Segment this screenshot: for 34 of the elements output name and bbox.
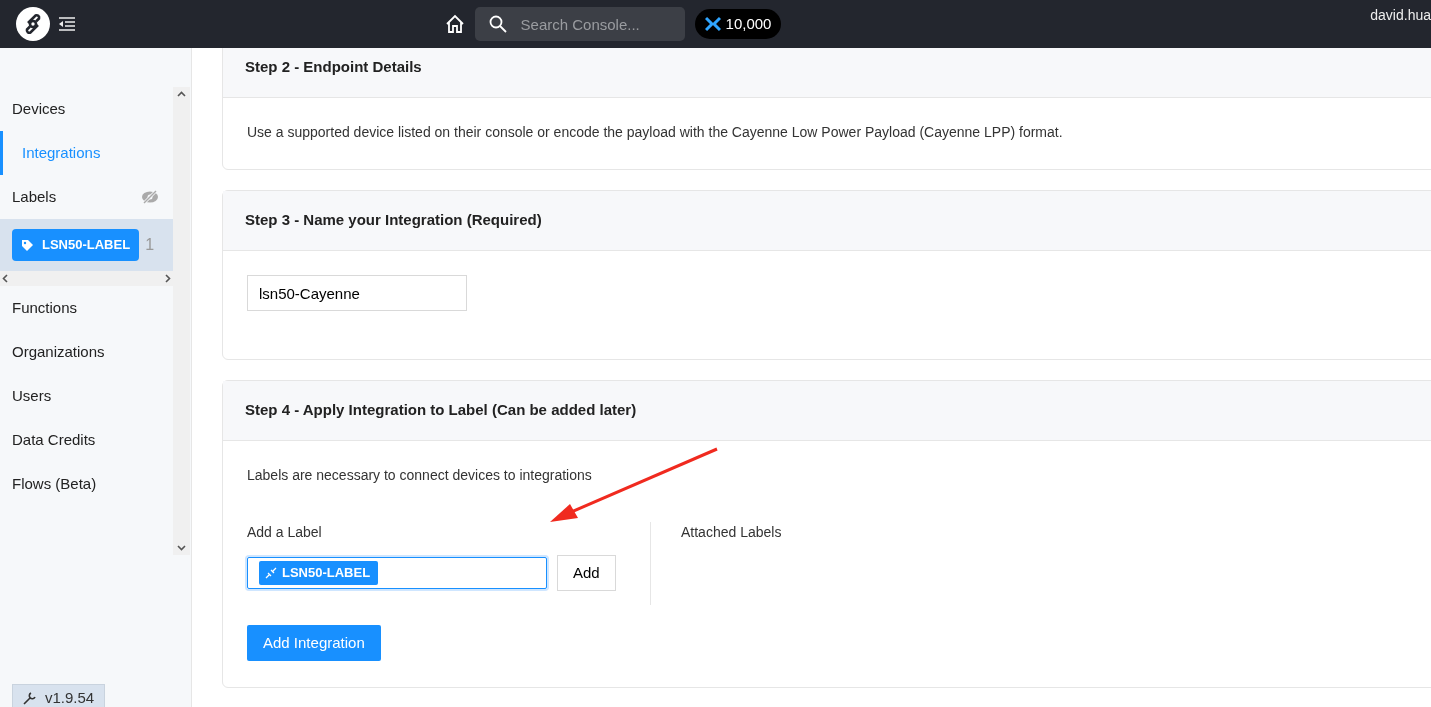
step-title: Step 2 - Endpoint Details bbox=[223, 48, 1431, 98]
scroll-down-icon[interactable] bbox=[177, 545, 186, 551]
field-label: Attached Labels bbox=[681, 523, 782, 542]
search-field[interactable]: Search Console... bbox=[474, 7, 685, 41]
search-icon bbox=[488, 15, 507, 33]
logo-icon[interactable] bbox=[16, 7, 50, 41]
x-icon bbox=[704, 16, 721, 32]
sidebar-item[interactable]: Users bbox=[0, 374, 173, 418]
link-icon bbox=[265, 567, 277, 579]
label-count: 1 bbox=[145, 235, 155, 255]
sidebar-item[interactable]: Labels bbox=[12, 185, 57, 209]
scroll-right-icon[interactable] bbox=[165, 274, 171, 283]
step-description: Use a supported device listed on their console or encode the payload with the Cayenne Low Power Payload (Cayenne LPP) format. bbox=[247, 123, 1064, 142]
sidebar-item[interactable]: Functions bbox=[0, 286, 173, 330]
step-title: Step 4 - Apply Integration to Label (Can be added later) bbox=[223, 381, 1431, 441]
scroll-left-icon[interactable] bbox=[2, 274, 8, 283]
sidebar-item[interactable]: Devices bbox=[0, 87, 173, 131]
sidebar-item[interactable]: Data Credits bbox=[0, 418, 173, 462]
credits-amount: 10,000 bbox=[725, 13, 772, 34]
name-field[interactable]: lsn50-Cayenne bbox=[247, 275, 467, 311]
scroll-up-icon[interactable] bbox=[177, 91, 186, 97]
sidebar-item[interactable]: Organizations bbox=[0, 330, 173, 374]
step-description: Labels are necessary to connect devices to integrations bbox=[247, 466, 593, 485]
user-name[interactable]: david.hua bbox=[1370, 5, 1431, 26]
home-icon[interactable] bbox=[444, 14, 465, 34]
credits-badge[interactable]: 10,000 bbox=[694, 9, 782, 39]
step-title: Step 3 - Name your Integration (Required) bbox=[223, 191, 1431, 251]
tag-icon bbox=[21, 238, 34, 252]
sidebar-item[interactable]: Flows (Beta) bbox=[0, 462, 173, 506]
field-label: Add a Label bbox=[247, 523, 323, 542]
add-button[interactable]: Add bbox=[557, 555, 616, 591]
version-text: v1.9.54 bbox=[45, 688, 95, 707]
wrench-icon bbox=[23, 691, 37, 706]
menu-icon[interactable] bbox=[59, 17, 75, 31]
